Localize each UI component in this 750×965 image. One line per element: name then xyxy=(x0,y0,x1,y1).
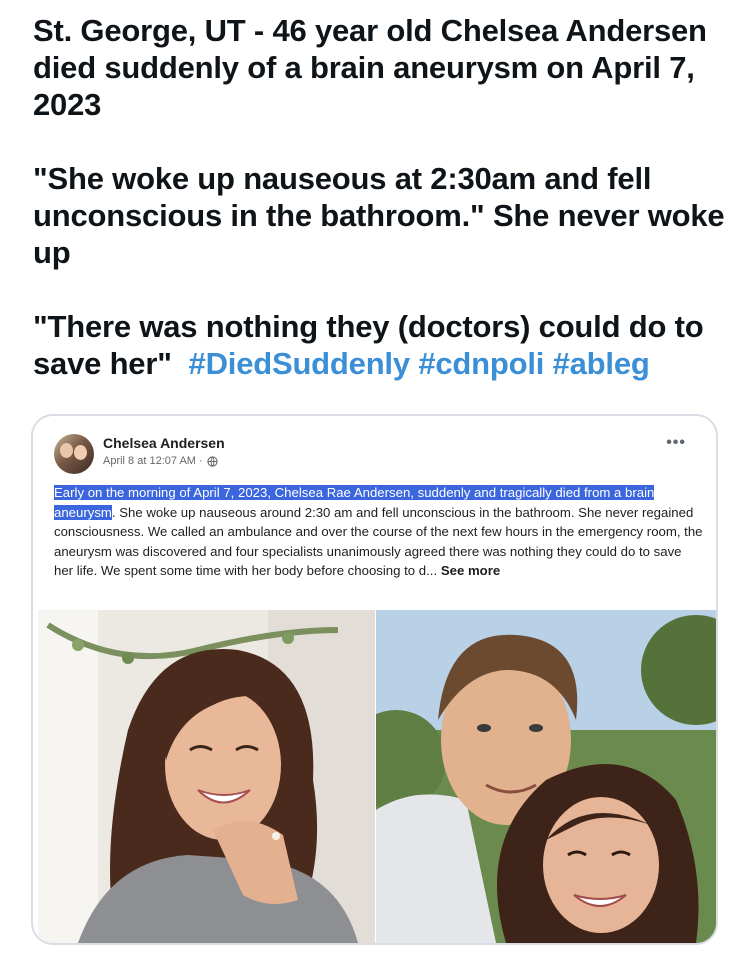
tweet-text: St. George, UT - 46 year old Chelsea And… xyxy=(33,12,733,382)
tweet-paragraph-3: "There was nothing they (doctors) could … xyxy=(33,308,733,382)
tweet-paragraph-1: St. George, UT - 46 year old Chelsea And… xyxy=(33,13,707,122)
post-author-name[interactable]: Chelsea Andersen xyxy=(103,435,225,451)
post-meta: April 8 at 12:07 AM · xyxy=(103,455,218,467)
hashtag-link[interactable]: #ableg xyxy=(553,346,650,381)
post-body-text: . She woke up nauseous around 2:30 am an… xyxy=(54,504,703,579)
globe-icon xyxy=(207,455,218,467)
hashtag-link[interactable]: #cdnpoli xyxy=(418,346,544,381)
woman-portrait-photo[interactable] xyxy=(38,610,375,943)
post-body: Early on the morning of April 7, 2023, C… xyxy=(54,483,704,581)
embedded-screenshot-card[interactable]: Chelsea Andersen April 8 at 12:07 AM · •… xyxy=(31,414,718,945)
tweet-paragraph-2: "She woke up nauseous at 2:30am and fell… xyxy=(33,161,725,270)
couple-selfie-photo[interactable] xyxy=(376,610,716,943)
hashtag-link[interactable]: #DiedSuddenly xyxy=(189,346,411,381)
facebook-post: Chelsea Andersen April 8 at 12:07 AM · •… xyxy=(33,416,716,612)
more-horizontal-icon[interactable]: ••• xyxy=(666,435,686,451)
avatar[interactable] xyxy=(54,434,94,474)
post-timestamp[interactable]: April 8 at 12:07 AM · xyxy=(103,455,203,467)
see-more-link[interactable]: See more xyxy=(441,563,500,578)
